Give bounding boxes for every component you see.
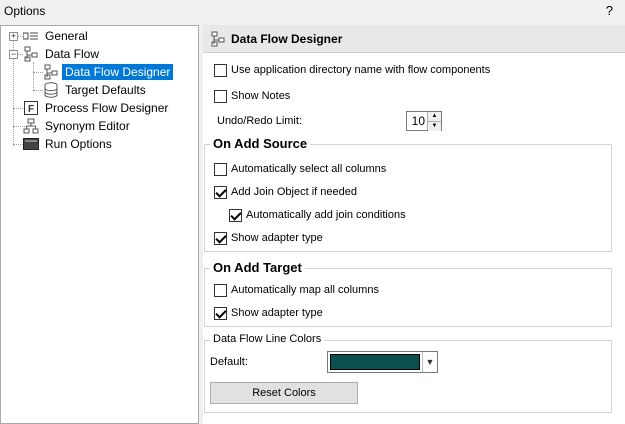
use-app-dir-label: Use application directory name with flow… bbox=[231, 64, 491, 76]
auto-join-conditions-checkbox[interactable]: Automatically add join conditions bbox=[229, 207, 406, 223]
panel-title: Data Flow Designer bbox=[231, 31, 343, 46]
data-flow-designer-icon bbox=[43, 64, 59, 80]
spin-down-icon[interactable]: ▼ bbox=[428, 121, 441, 131]
database-icon bbox=[43, 82, 59, 98]
data-flow-designer-icon bbox=[207, 31, 229, 47]
chevron-down-icon[interactable]: ▼ bbox=[422, 352, 437, 372]
tree-item-synonym-editor[interactable]: Synonym Editor bbox=[23, 117, 133, 135]
tree-connector bbox=[33, 62, 34, 90]
tree-item-data-flow-designer[interactable]: Data Flow Designer bbox=[43, 63, 174, 81]
synonym-editor-icon bbox=[23, 118, 39, 134]
checkbox-box bbox=[214, 63, 227, 77]
tree-item-run-options[interactable]: Run Options bbox=[23, 135, 115, 153]
checkbox-box bbox=[214, 231, 227, 245]
data-flow-icon bbox=[23, 46, 39, 62]
auto-map-label: Automatically map all columns bbox=[231, 284, 379, 296]
line-colors-title: Data Flow Line Colors bbox=[210, 333, 325, 345]
tree-label-run-options: Run Options bbox=[45, 137, 112, 151]
tree-item-process-flow-designer[interactable]: F Process Flow Designer bbox=[23, 99, 171, 117]
show-notes-checkbox[interactable]: Show Notes bbox=[214, 88, 290, 104]
tree-label-general: General bbox=[45, 29, 88, 43]
help-button[interactable]: ? bbox=[606, 3, 613, 18]
tree-item-target-defaults[interactable]: Target Defaults bbox=[43, 81, 149, 99]
tree-label-target-defaults: Target Defaults bbox=[65, 83, 146, 97]
checkbox-box bbox=[214, 162, 227, 176]
tree-item-general[interactable]: General bbox=[23, 27, 91, 45]
undo-redo-label: Undo/Redo Limit: bbox=[217, 115, 302, 127]
checkbox-box bbox=[214, 306, 227, 320]
title-bar: Options ? bbox=[0, 0, 625, 22]
source-show-adapter-checkbox[interactable]: Show adapter type bbox=[214, 230, 323, 246]
svg-text:F: F bbox=[28, 104, 34, 115]
process-flow-icon: F bbox=[23, 100, 39, 116]
collapse-data-flow-icon[interactable]: − bbox=[9, 50, 18, 59]
tree-connector bbox=[33, 90, 43, 91]
reset-colors-button[interactable]: Reset Colors bbox=[210, 382, 358, 404]
window-title: Options bbox=[4, 4, 46, 18]
add-join-label: Add Join Object if needed bbox=[231, 186, 357, 198]
checkbox-box bbox=[214, 185, 227, 199]
default-color-label: Default: bbox=[210, 356, 248, 368]
general-settings-icon bbox=[23, 28, 39, 44]
add-target-title: On Add Target bbox=[210, 260, 305, 275]
tree-label-process-flow-designer: Process Flow Designer bbox=[45, 101, 169, 115]
spin-up-icon[interactable]: ▲ bbox=[428, 112, 441, 121]
tree-label-data-flow: Data Flow bbox=[45, 47, 100, 61]
source-show-adapter-label: Show adapter type bbox=[231, 232, 323, 244]
settings-panel: Data Flow Designer Use application direc… bbox=[203, 25, 625, 424]
tree-label-synonym-editor: Synonym Editor bbox=[45, 119, 130, 133]
use-app-dir-checkbox[interactable]: Use application directory name with flow… bbox=[214, 62, 490, 78]
target-show-adapter-label: Show adapter type bbox=[231, 307, 323, 319]
run-options-icon bbox=[23, 136, 39, 152]
checkbox-box bbox=[214, 283, 227, 297]
expand-general-icon[interactable]: + bbox=[9, 32, 18, 41]
default-color-select[interactable]: ▼ bbox=[327, 351, 438, 373]
auto-select-checkbox[interactable]: Automatically select all columns bbox=[214, 161, 386, 177]
undo-redo-value[interactable]: 10 bbox=[407, 112, 427, 130]
options-tree: + General − Data Flow Data Flow Designer… bbox=[0, 25, 199, 424]
color-swatch bbox=[330, 354, 420, 370]
panel-header: Data Flow Designer bbox=[203, 25, 625, 53]
add-join-checkbox[interactable]: Add Join Object if needed bbox=[214, 184, 357, 200]
auto-map-checkbox[interactable]: Automatically map all columns bbox=[214, 282, 379, 298]
target-show-adapter-checkbox[interactable]: Show adapter type bbox=[214, 305, 323, 321]
tree-item-data-flow[interactable]: Data Flow bbox=[23, 45, 102, 63]
checkbox-box bbox=[229, 208, 242, 222]
checkbox-box bbox=[214, 89, 227, 103]
tree-connector bbox=[33, 72, 43, 73]
undo-redo-stepper[interactable]: 10 ▲ ▼ bbox=[406, 111, 442, 131]
add-source-title: On Add Source bbox=[210, 136, 311, 151]
show-notes-label: Show Notes bbox=[231, 90, 291, 102]
auto-select-label: Automatically select all columns bbox=[231, 163, 387, 175]
tree-label-data-flow-designer: Data Flow Designer bbox=[62, 64, 174, 80]
auto-join-conditions-label: Automatically add join conditions bbox=[246, 209, 406, 221]
